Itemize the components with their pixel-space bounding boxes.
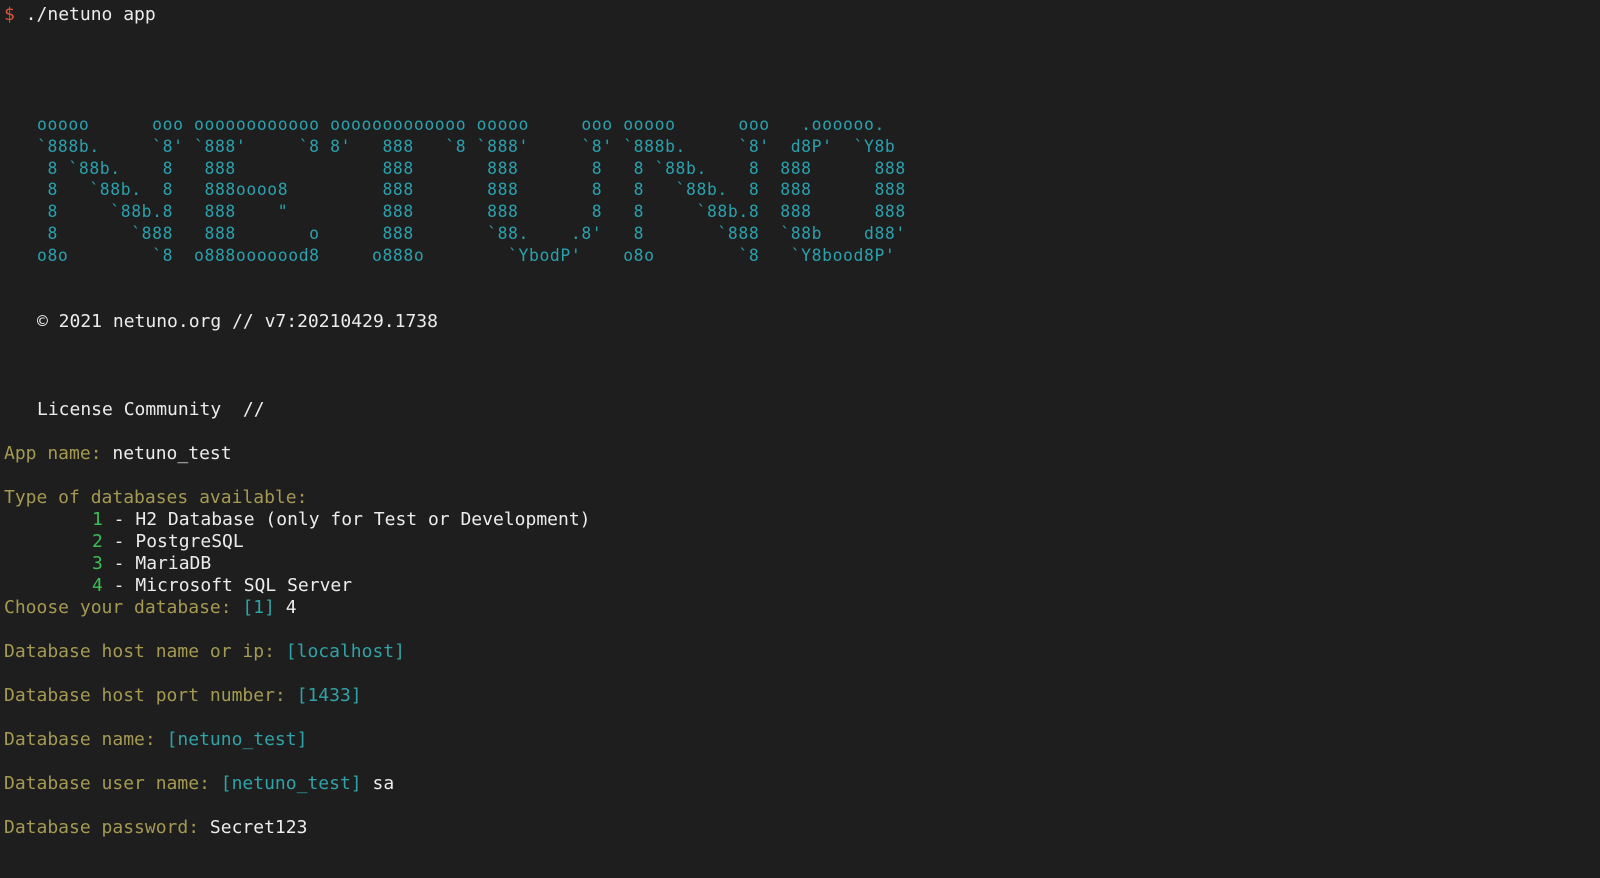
db-user-default: [netuno_test] — [220, 773, 362, 794]
db-option-text: - PostgreSQL — [102, 531, 244, 552]
app-name-prompt: App name: netuno_test — [4, 443, 232, 465]
db-option: 1 - H2 Database (only for Test or Develo… — [4, 509, 591, 531]
db-password-label: Database password: — [4, 817, 210, 838]
db-option-number: 4 — [92, 575, 103, 596]
db-name-label: Database name: — [4, 729, 167, 750]
db-password-value: Secret123 — [209, 817, 308, 838]
db-name-default: [netuno_test] — [166, 729, 308, 750]
choose-db-label: Choose your database: — [4, 597, 243, 618]
db-option: 2 - PostgreSQL — [4, 531, 244, 553]
db-user-value: sa — [361, 773, 395, 794]
copyright-text: © 2021 netuno.org // v7:20210429.1738 — [37, 311, 438, 332]
db-port-label: Database host port number: — [4, 685, 297, 706]
app-name-label: App name: — [4, 443, 113, 464]
db-host-prompt: Database host name or ip: [localhost] — [4, 641, 405, 663]
db-port-default: [1433] — [296, 685, 362, 706]
db-option-text: - MariaDB — [102, 553, 212, 574]
choose-db-prompt: Choose your database: [1] 4 — [4, 597, 297, 619]
db-name-prompt: Database name: [netuno_test] — [4, 729, 307, 751]
choose-db-default: [1] — [242, 597, 275, 618]
shell-prompt: $ — [4, 4, 15, 25]
db-option-text: - H2 Database (only for Test or Developm… — [102, 509, 591, 530]
db-option-number: 1 — [92, 509, 103, 530]
db-user-prompt: Database user name: [netuno_test] sa — [4, 773, 394, 795]
db-host-default: [localhost] — [285, 641, 405, 662]
db-option-text: - Microsoft SQL Server — [102, 575, 353, 596]
db-option: 3 - MariaDB — [4, 553, 211, 575]
db-host-label: Database host name or ip: — [4, 641, 286, 662]
db-port-prompt: Database host port number: [1433] — [4, 685, 362, 707]
db-option-number: 2 — [92, 531, 103, 552]
db-option: 4 - Microsoft SQL Server — [4, 575, 352, 597]
db-user-label: Database user name: — [4, 773, 221, 794]
db-password-prompt: Database password: Secret123 — [4, 817, 307, 839]
choose-db-value: 4 — [274, 597, 297, 618]
terminal-window[interactable]: $ ./netuno app ooooo ooo oooooooooooo oo… — [0, 0, 1600, 878]
db-types-label: Type of databases available: — [4, 487, 308, 508]
app-name-value: netuno_test — [112, 443, 232, 464]
db-option-number: 3 — [92, 553, 103, 574]
netuno-ascii-banner: ooooo ooo oooooooooooo ooooooooooooo ooo… — [37, 115, 906, 265]
command-line: $ ./netuno app — [4, 4, 156, 26]
shell-command: ./netuno app — [14, 4, 156, 25]
license-text: License Community // — [37, 399, 265, 420]
